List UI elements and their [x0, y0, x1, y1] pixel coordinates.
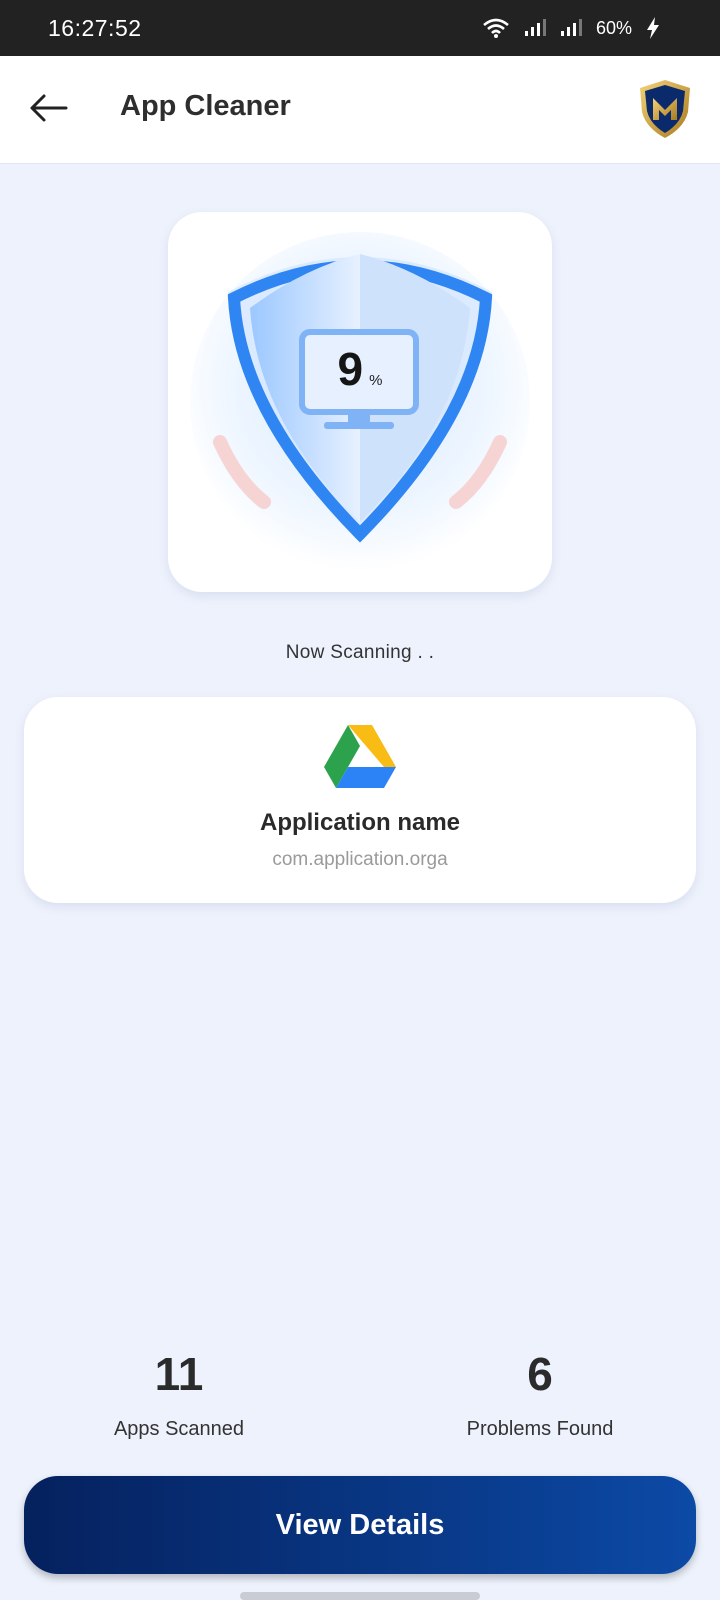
arrow-left-icon — [30, 94, 68, 122]
scan-percent-sign: % — [369, 372, 383, 389]
wifi-icon — [482, 18, 510, 38]
shield-scan-icon — [190, 232, 530, 572]
back-button[interactable] — [24, 84, 72, 132]
battery-percent: 60% — [595, 17, 632, 38]
scan-status-text: Now Scanning . . — [285, 642, 435, 663]
status-time: 16:27:52 — [48, 14, 142, 41]
signal-icon — [524, 19, 546, 37]
apps-scanned-value: 11 — [154, 1348, 204, 1400]
app-name: Application name — [259, 809, 461, 836]
scan-percent: 9 % — [168, 342, 552, 396]
app-bar: App Cleaner — [0, 56, 720, 164]
shield-m-logo-icon[interactable] — [638, 78, 692, 140]
problems-found-stat: 6 Problems Found — [390, 1348, 690, 1441]
app-package-name: com.application.orga — [272, 849, 448, 870]
problems-found-value: 6 — [527, 1348, 553, 1400]
current-app-card: Application name com.application.orga — [24, 697, 696, 903]
scan-percent-value: 9 — [337, 343, 364, 395]
apps-scanned-label: Apps Scanned — [113, 1418, 245, 1440]
home-indicator[interactable] — [240, 1592, 480, 1600]
view-details-button[interactable]: View Details — [24, 1476, 696, 1574]
scan-progress-card: 9 % — [168, 212, 552, 592]
page-title: App Cleaner — [120, 90, 291, 122]
status-bar: 16:27:52 60% — [0, 0, 720, 56]
signal-icon — [560, 19, 582, 37]
google-drive-icon — [324, 725, 396, 788]
apps-scanned-stat: 11 Apps Scanned — [29, 1348, 329, 1441]
charging-icon — [646, 17, 660, 39]
status-icons: 60% — [482, 17, 660, 39]
problems-found-label: Problems Found — [466, 1418, 614, 1440]
